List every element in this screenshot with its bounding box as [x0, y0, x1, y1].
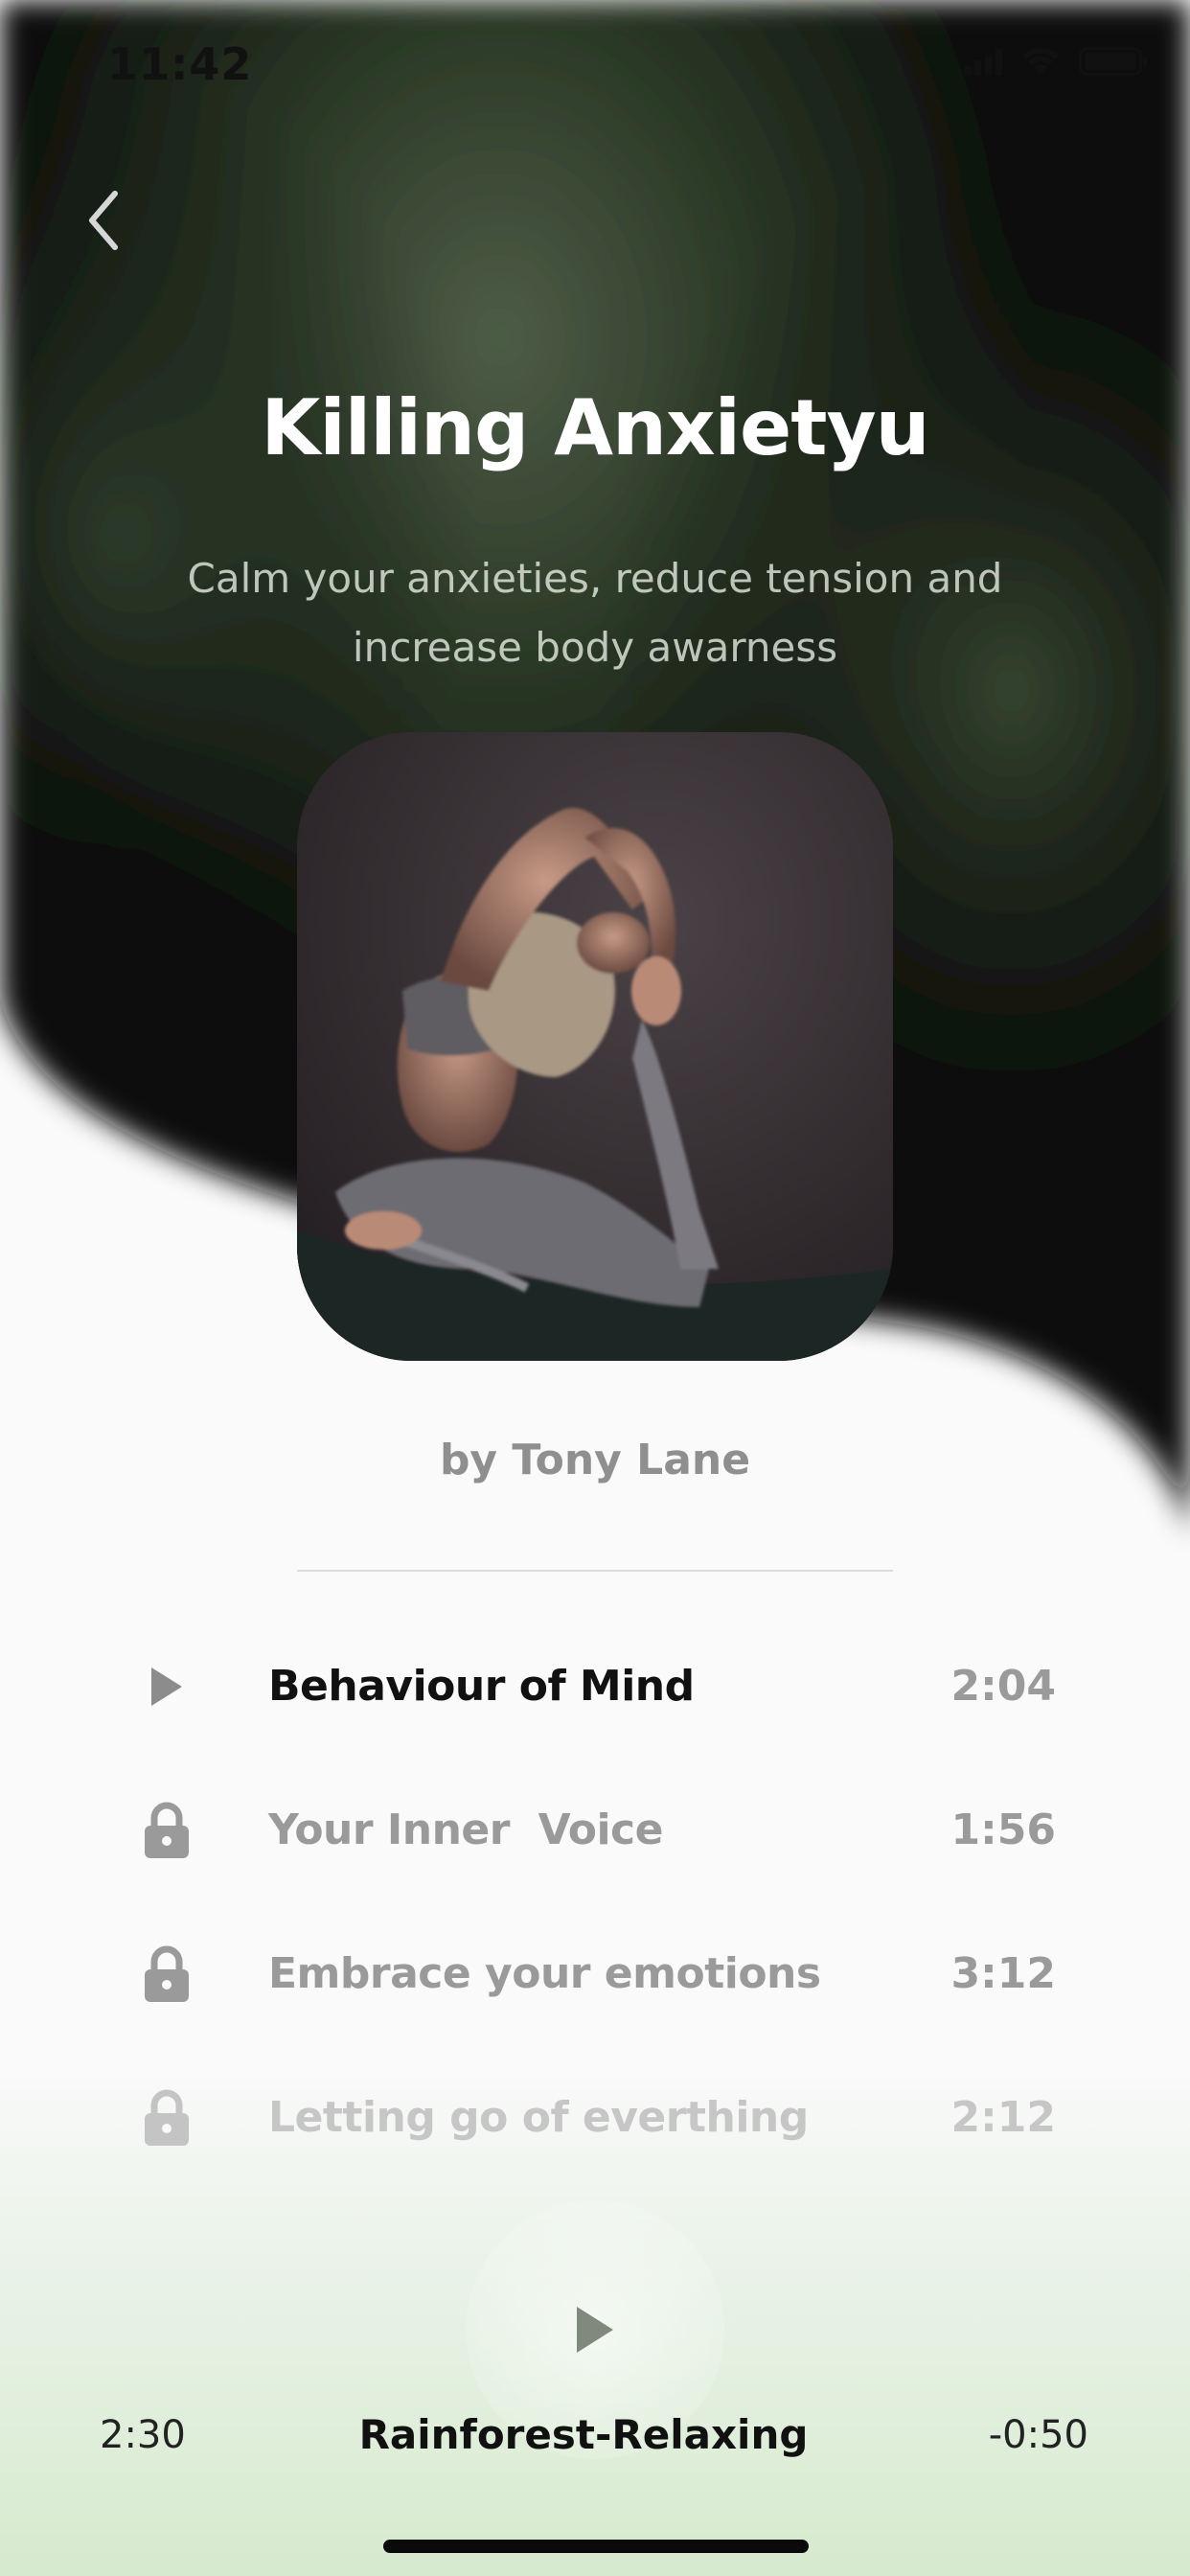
signal-icon	[964, 47, 1002, 76]
back-button[interactable]	[75, 182, 132, 259]
track-duration: 3:12	[950, 1949, 1056, 1998]
time-remaining: -0:50	[988, 2413, 1088, 2457]
track-duration: 2:04	[950, 1662, 1056, 1711]
page-title: Killing Anxietyu	[261, 383, 929, 472]
track-title: Behaviour of Mind	[268, 1662, 695, 1711]
track-duration: 2:12	[950, 2093, 1056, 2142]
wifi-icon	[1022, 48, 1059, 75]
lock-icon	[140, 1802, 194, 1859]
divider	[297, 1570, 893, 1572]
track-item-letting-go-of-everthing[interactable]: Letting go of everthing 2:12	[0, 2051, 1190, 2185]
track-duration: 1:56	[950, 1806, 1056, 1854]
track-title: Your Inner Voice	[268, 1806, 663, 1854]
cover-image	[297, 732, 893, 1361]
battery-icon	[1079, 47, 1147, 76]
track-item-behaviour-of-mind[interactable]: Behaviour of Mind 2:04	[0, 1620, 1190, 1754]
track-item-embrace-your-emotions[interactable]: Embrace your emotions 3:12	[0, 1907, 1190, 2041]
status-icons	[964, 46, 1147, 77]
status-bar: 11:42	[0, 0, 1190, 126]
status-time: 11:42	[107, 38, 253, 90]
track-title: Embrace your emotions	[268, 1949, 821, 1998]
play-icon	[140, 1658, 194, 1715]
chevron-left-icon	[89, 191, 118, 250]
track-item-your-inner-voice[interactable]: Your Inner Voice 1:56	[0, 1763, 1190, 1898]
lock-icon	[140, 1945, 194, 2003]
screen: 11:42 Killing Anxietyu Calm your anxieti…	[0, 0, 1190, 2576]
track-title: Letting go of everthing	[268, 2093, 809, 2142]
home-indicator[interactable]	[383, 2540, 809, 2553]
lock-icon	[140, 2089, 194, 2147]
author-name: by Tony Lane	[439, 1436, 751, 1484]
play-icon	[577, 2307, 613, 2353]
page-subtitle: Calm your anxieties, reduce tension and …	[187, 555, 1003, 671]
